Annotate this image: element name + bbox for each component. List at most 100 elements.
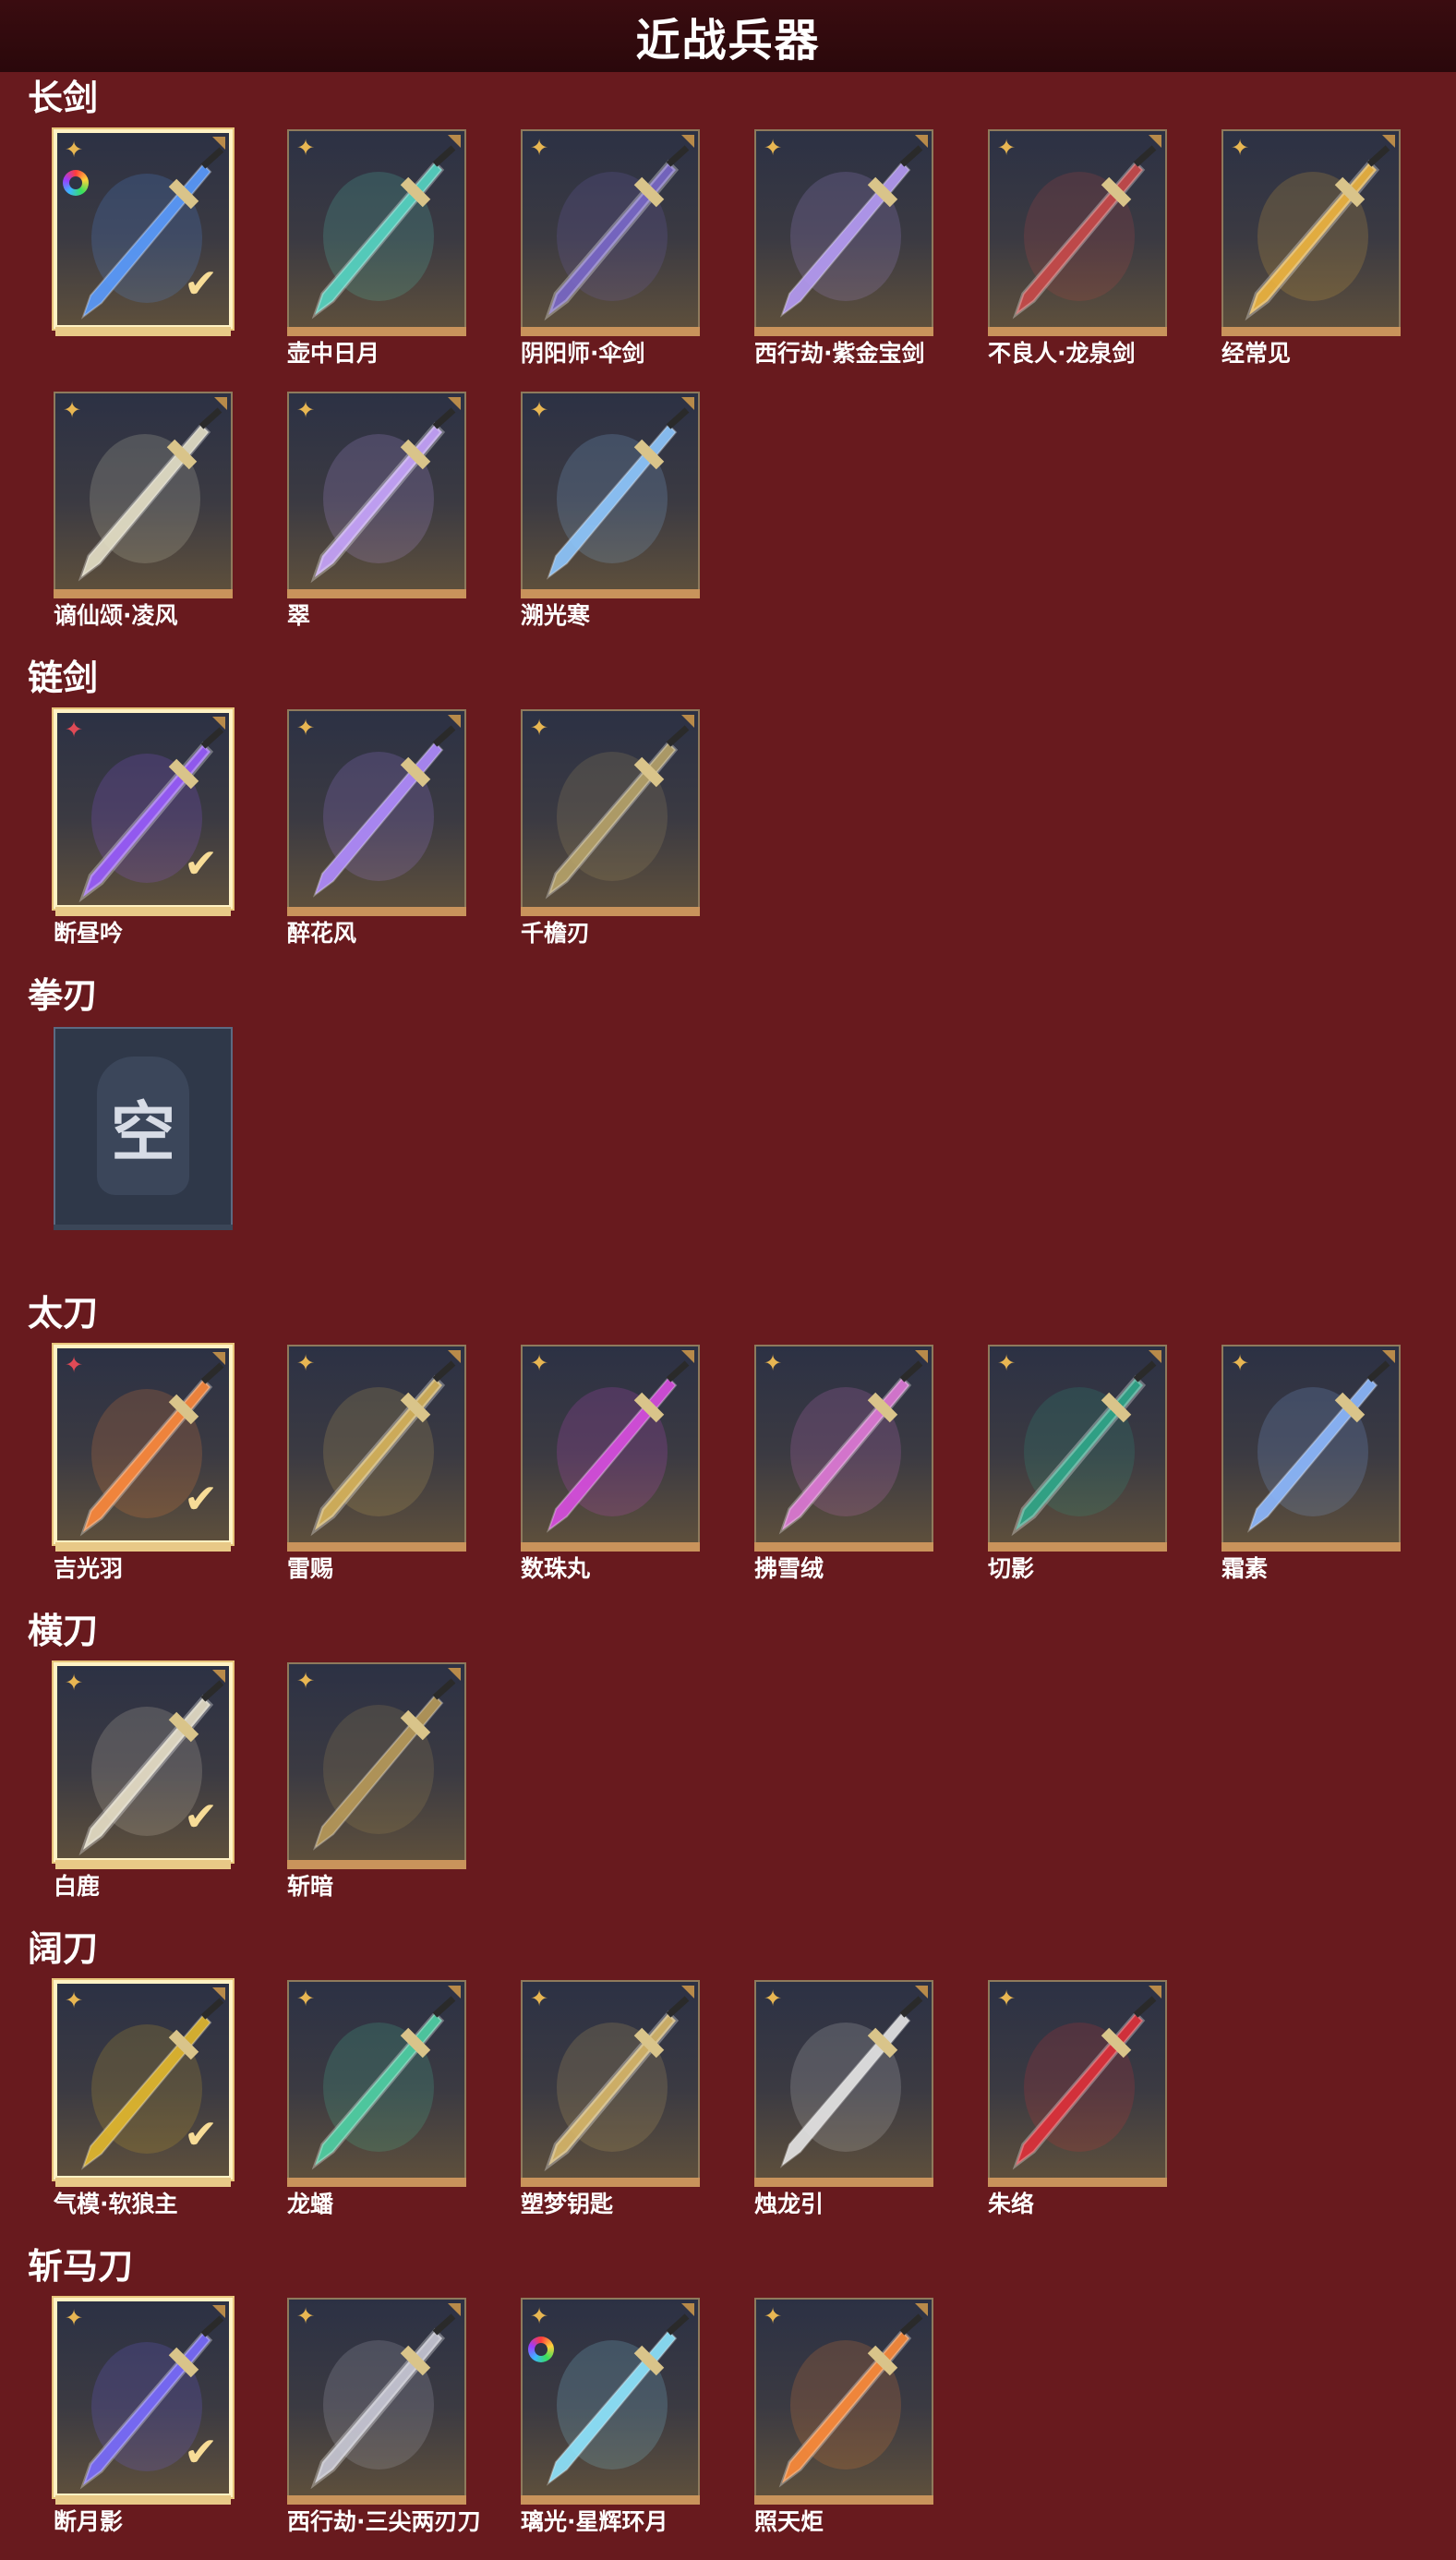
weapon-card[interactable]: ✦ 龙蟠 xyxy=(287,1980,466,2217)
weapon-art xyxy=(546,2313,690,2486)
empty-weapon-slot[interactable]: 空 xyxy=(54,1027,233,1236)
weapon-card-frame: ✦ ✔ xyxy=(54,129,233,336)
corner-tab-icon xyxy=(448,397,461,410)
weapon-card[interactable]: ✦ 霜素 xyxy=(1221,1345,1401,1582)
weapon-card[interactable]: ✦ ✔ 断昼吟 xyxy=(54,709,233,947)
weapon-art xyxy=(546,407,690,580)
weapon-card-frame: ✦ ✔ xyxy=(54,2298,233,2505)
weapon-card[interactable]: ✦ 西行劫·紫金宝剑 xyxy=(754,129,933,367)
weapon-art xyxy=(1011,1360,1157,1537)
empty-slot-emblem: 空 xyxy=(55,1029,231,1225)
weapon-card[interactable]: ✦ 千檐刃 xyxy=(521,709,700,947)
weapon-card[interactable]: ✦ 不良人·龙泉剑 xyxy=(988,129,1167,367)
gold-rarity-star-icon: ✦ xyxy=(296,2303,316,2329)
corner-tab-icon xyxy=(212,1352,225,1365)
weapon-card-frame: ✦ xyxy=(754,129,933,336)
weapon-card[interactable]: ✦ 拂雪绒 xyxy=(754,1345,933,1582)
corner-tab-icon xyxy=(448,1668,461,1681)
gold-rarity-star-icon: ✦ xyxy=(65,137,84,163)
weapon-card-frame: ✦ xyxy=(754,1980,933,2187)
weapon-card-frame: 空 xyxy=(54,1027,233,1230)
weapon-card-frame: ✦ xyxy=(287,129,466,336)
corner-tab-icon xyxy=(915,1986,928,1998)
corner-tab-icon xyxy=(1149,135,1161,148)
weapon-card-frame: ✦ xyxy=(54,392,233,598)
weapon-art xyxy=(546,1360,690,1533)
gold-rarity-star-icon: ✦ xyxy=(530,1350,549,1376)
weapon-art xyxy=(312,725,456,898)
weapon-card[interactable]: ✦ 翠 xyxy=(287,392,466,629)
weapon-card-frame: ✦ xyxy=(287,392,466,598)
weapon-art xyxy=(310,1360,456,1537)
weapon-card[interactable]: ✦ ✔ 气模·软狼主 xyxy=(54,1980,233,2217)
weapon-card[interactable]: ✦ 壶中日月 xyxy=(287,129,466,367)
corner-tab-icon xyxy=(448,1986,461,1998)
category-label: 阔刀 xyxy=(28,1928,99,1969)
gold-rarity-star-icon: ✦ xyxy=(530,715,549,741)
weapon-card[interactable]: ✦ 朱络 xyxy=(988,1980,1167,2217)
empty-slot-label: 空 xyxy=(111,1093,175,1170)
weapon-name: 照天炬 xyxy=(754,2508,824,2535)
equipped-check-icon: ✔ xyxy=(184,260,218,308)
weapon-art xyxy=(778,1360,923,1535)
corner-tab-icon xyxy=(681,715,694,728)
weapon-art xyxy=(544,145,690,321)
weapon-card-frame: ✦ xyxy=(988,129,1167,336)
equipped-check-icon: ✔ xyxy=(184,840,218,888)
weapon-card[interactable]: ✦ 经常见 xyxy=(1221,129,1401,367)
gold-rarity-star-icon: ✦ xyxy=(764,2303,783,2329)
weapon-card-frame: ✦ xyxy=(521,392,700,598)
weapon-name: 千檐刃 xyxy=(521,920,591,947)
weapon-art xyxy=(779,145,923,318)
gold-rarity-star-icon: ✦ xyxy=(65,1670,84,1696)
weapon-card[interactable]: ✦ ✔ xyxy=(54,129,233,338)
weapon-card-frame: ✦ xyxy=(754,1345,933,1552)
weapon-card[interactable]: ✦ 谪仙颂·凌风 xyxy=(54,392,233,629)
gold-rarity-star-icon: ✦ xyxy=(296,1668,316,1694)
corner-tab-icon xyxy=(1149,1986,1161,1998)
weapon-card-frame: ✦ xyxy=(521,709,700,916)
weapon-card[interactable]: ✦ 烛龙引 xyxy=(754,1980,933,2217)
weapon-card[interactable]: ✦ 溯光寒 xyxy=(521,392,700,629)
weapon-art xyxy=(778,2313,923,2488)
gold-rarity-star-icon: ✦ xyxy=(997,1986,1017,2011)
gold-rarity-star-icon: ✦ xyxy=(764,1986,783,2011)
category-label: 拳刃 xyxy=(28,975,99,1016)
page-title: 近战兵器 xyxy=(635,15,821,66)
weapon-card-frame: ✦ ✔ xyxy=(54,709,233,916)
corner-tab-icon xyxy=(448,715,461,728)
weapon-art xyxy=(1012,145,1157,320)
corner-tab-icon xyxy=(214,397,227,410)
gold-rarity-star-icon: ✦ xyxy=(530,1986,549,2011)
weapon-card[interactable]: ✦ 璃光·星辉环月 xyxy=(521,2298,700,2535)
weapon-card[interactable]: ✦ 西行劫·三尖两刃刀 xyxy=(287,2298,481,2535)
weapon-card[interactable]: ✦ 数珠丸 xyxy=(521,1345,700,1582)
weapon-card[interactable]: ✦ 照天炬 xyxy=(754,2298,933,2535)
title-bar: 近战兵器 xyxy=(0,0,1456,72)
weapon-art xyxy=(779,1996,923,2168)
weapon-card-frame: ✦ xyxy=(287,2298,466,2505)
weapon-card[interactable]: ✦ ✔ 白鹿 xyxy=(54,1662,233,1900)
weapon-card[interactable]: ✦ 醉花风 xyxy=(287,709,466,947)
weapon-card[interactable]: ✦ 塑梦钥匙 xyxy=(521,1980,700,2217)
corner-tab-icon xyxy=(1382,1350,1395,1363)
weapon-card[interactable]: ✦ ✔ 吉光羽 xyxy=(54,1345,233,1582)
weapon-card-frame: ✦ xyxy=(521,1980,700,2187)
weapon-card[interactable]: ✦ 雷赐 xyxy=(287,1345,466,1582)
gold-rarity-star-icon: ✦ xyxy=(764,1350,783,1376)
weapon-card-frame: ✦ xyxy=(287,709,466,916)
weapon-card[interactable]: ✦ 阴阳师·伞剑 xyxy=(521,129,700,367)
gold-rarity-star-icon: ✦ xyxy=(1231,135,1250,161)
gold-rarity-star-icon: ✦ xyxy=(997,135,1017,161)
weapon-card[interactable]: ✦ ✔ 断月影 xyxy=(54,2298,233,2535)
weapon-art xyxy=(311,1996,456,2170)
weapon-art xyxy=(1246,1360,1390,1533)
gold-rarity-star-icon: ✦ xyxy=(65,2305,84,2331)
weapon-art xyxy=(1245,145,1390,321)
gold-rarity-star-icon: ✦ xyxy=(65,1987,84,2013)
weapon-card[interactable]: ✦ 切影 xyxy=(988,1345,1167,1582)
weapon-card-frame: ✦ xyxy=(521,129,700,336)
weapon-card-frame: ✦ xyxy=(988,1345,1167,1552)
weapon-card[interactable]: ✦ 斩暗 xyxy=(287,1662,466,1900)
category-label: 横刀 xyxy=(28,1611,99,1651)
